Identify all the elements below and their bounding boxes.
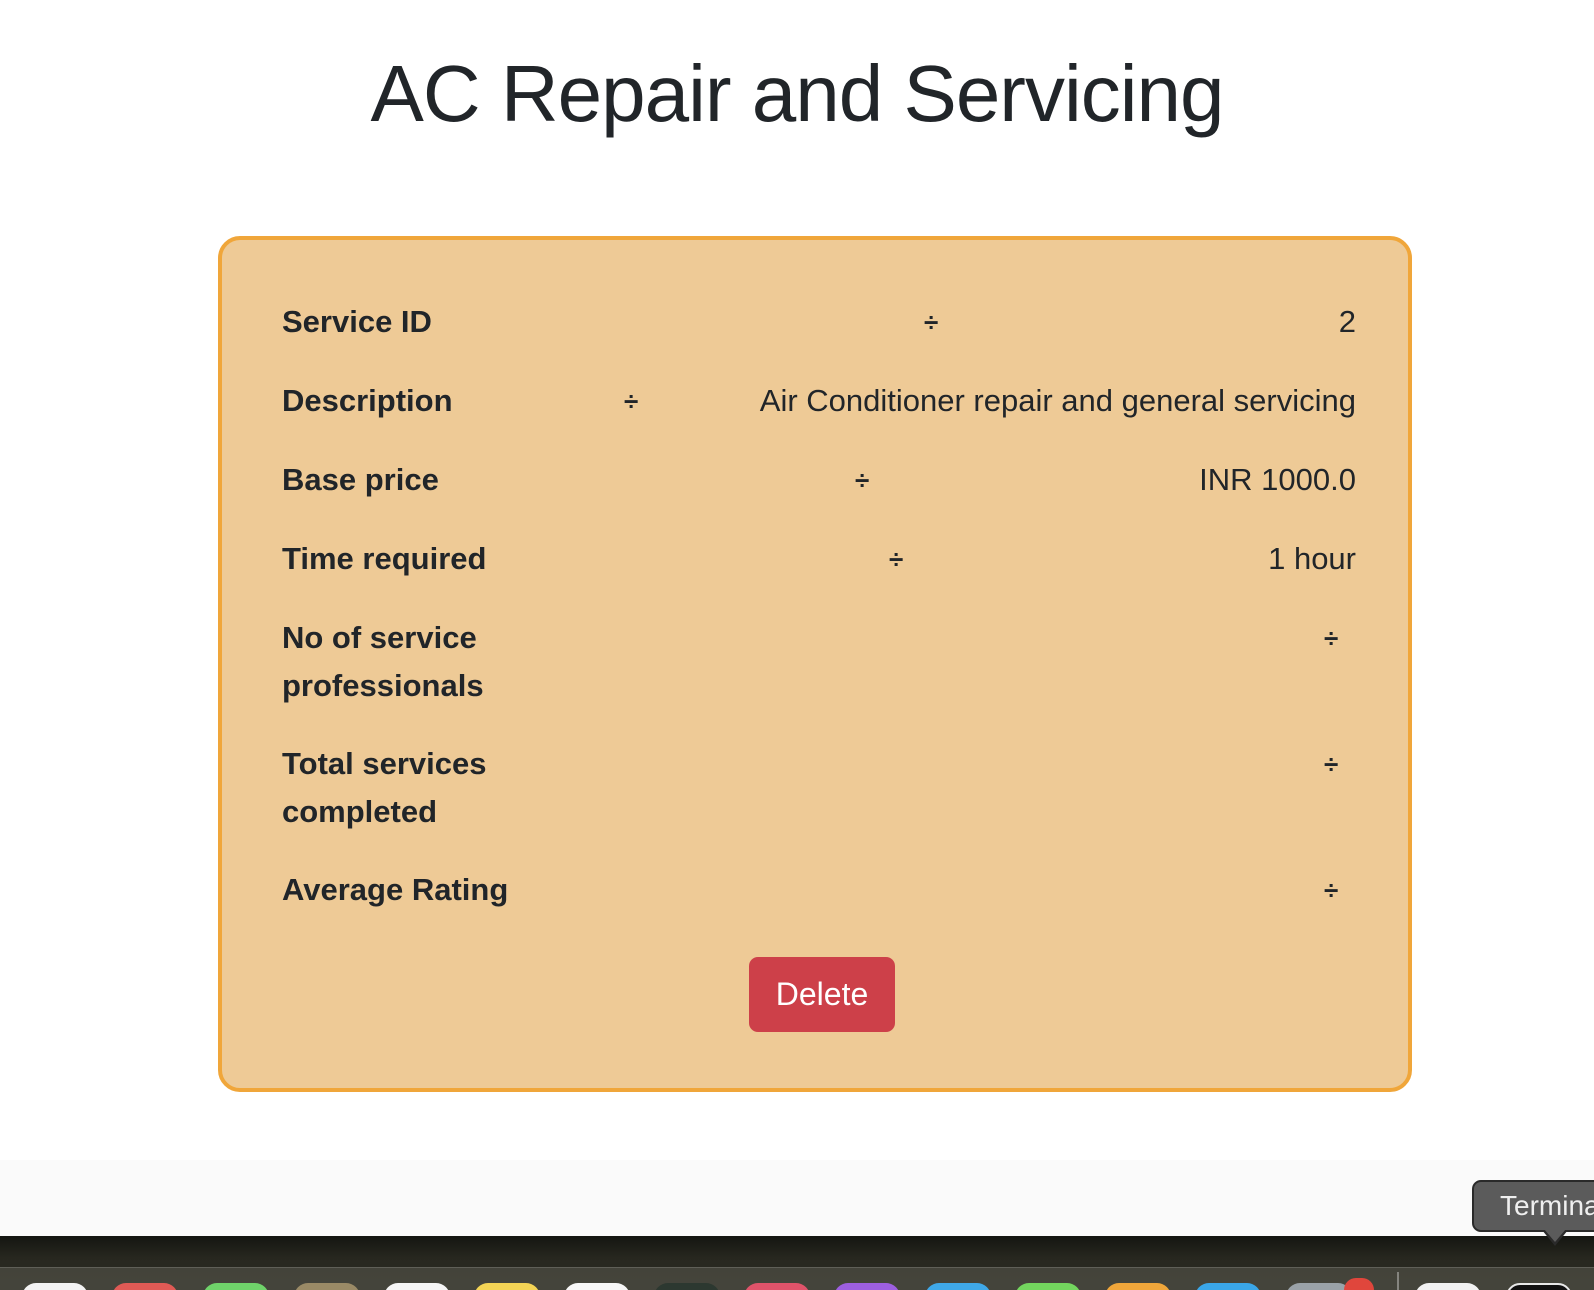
notes-icon[interactable] <box>474 1283 540 1290</box>
music-icon[interactable] <box>744 1283 810 1290</box>
dock-tooltip: Terminal <box>1472 1180 1594 1232</box>
app-icon-dark[interactable] <box>654 1283 720 1290</box>
podcasts-icon[interactable] <box>834 1283 900 1290</box>
page-title: AC Repair and Servicing <box>370 49 1225 138</box>
app-icon-white-2[interactable] <box>564 1283 630 1290</box>
separator: ÷ <box>1324 875 1339 905</box>
notification-badge <box>1344 1278 1374 1290</box>
messages-icon[interactable] <box>1015 1283 1081 1290</box>
service-details-card: Service ID ÷ 2 Description ÷ Air Conditi… <box>218 236 1412 1092</box>
app-icon-brown[interactable] <box>294 1283 360 1290</box>
detail-label: Time required <box>282 541 487 576</box>
detail-label: Total services completed <box>282 746 487 829</box>
detail-value: 2 <box>1338 304 1356 339</box>
app-icon-white[interactable] <box>384 1283 450 1290</box>
app-icon-blue[interactable] <box>1195 1283 1261 1290</box>
separator: ÷ <box>924 307 939 337</box>
separator: ÷ <box>1324 623 1339 653</box>
page-bottom-area <box>0 1160 1594 1236</box>
app-icon-green[interactable] <box>203 1283 269 1290</box>
separator: ÷ <box>889 544 904 574</box>
detail-value: INR 1000.0 <box>1199 462 1356 497</box>
separator: ÷ <box>855 465 870 495</box>
delete-button[interactable]: Delete <box>749 957 895 1032</box>
macos-dock <box>0 1236 1594 1290</box>
terminal-icon[interactable] <box>1506 1283 1572 1290</box>
separator: ÷ <box>1324 749 1339 779</box>
detail-value: 1 hour <box>1268 541 1356 576</box>
detail-label: No of service professionals <box>282 620 484 703</box>
settings-icon[interactable] <box>1286 1283 1352 1290</box>
page: AC Repair and Servicing Service ID ÷ 2 D… <box>0 0 1594 1290</box>
detail-label: Description <box>282 383 453 418</box>
app-icon-orange[interactable] <box>1105 1283 1171 1290</box>
detail-label: Service ID <box>282 304 432 339</box>
finder-icon[interactable] <box>22 1283 88 1290</box>
detail-label: Average Rating <box>282 872 509 907</box>
app-icon-red[interactable] <box>112 1283 178 1290</box>
app-store-icon[interactable] <box>925 1283 991 1290</box>
dock-divider <box>1397 1272 1399 1290</box>
app-icon-recent[interactable] <box>1415 1283 1481 1290</box>
detail-value: Air Conditioner repair and general servi… <box>759 383 1356 418</box>
detail-label: Base price <box>282 462 439 497</box>
separator: ÷ <box>624 386 639 416</box>
tooltip-arrow-fill <box>1544 1229 1566 1242</box>
